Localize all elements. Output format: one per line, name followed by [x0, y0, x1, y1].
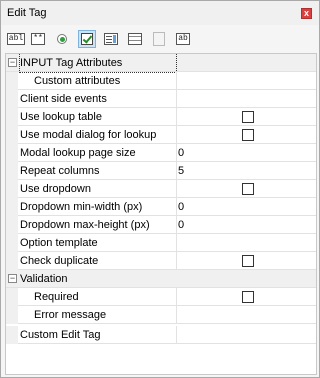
- property-name: Check duplicate: [20, 255, 99, 267]
- property-value[interactable]: 0: [178, 144, 314, 162]
- textarea-tool-button[interactable]: ab: [174, 30, 192, 48]
- property-row[interactable]: Use dropdown: [6, 180, 316, 198]
- radio-icon: [57, 34, 67, 44]
- listbox-tool-button[interactable]: [126, 30, 144, 48]
- textbox-icon: abl: [6, 33, 26, 45]
- property-row[interactable]: Dropdown min-width (px) 0: [6, 198, 316, 216]
- property-name: Use modal dialog for lookup: [20, 129, 157, 141]
- property-value[interactable]: 5: [178, 162, 314, 180]
- property-row[interactable]: Option template: [6, 234, 316, 252]
- category-label: Validation: [20, 273, 68, 285]
- property-name: Dropdown min-width (px): [20, 201, 143, 213]
- property-name: Custom attributes: [34, 75, 121, 87]
- check-duplicate-checkbox[interactable]: [242, 255, 254, 267]
- checkbox-icon: [81, 33, 93, 45]
- radio-tool-button[interactable]: [53, 30, 71, 48]
- property-row[interactable]: Dropdown max-height (px) 0: [6, 216, 316, 234]
- required-checkbox[interactable]: [242, 291, 254, 303]
- collapse-icon[interactable]: −: [8, 274, 17, 283]
- textarea-icon: ab: [176, 33, 190, 45]
- property-row[interactable]: Error message: [6, 306, 316, 324]
- toolbar: abl ** ab: [1, 26, 319, 52]
- property-name: Option template: [20, 237, 98, 249]
- select-icon: [104, 33, 118, 45]
- property-value[interactable]: [178, 306, 314, 324]
- property-name: Use dropdown: [20, 183, 91, 195]
- property-grid: − INPUT Tag Attributes Custom attributes…: [5, 53, 317, 375]
- property-row[interactable]: Use modal dialog for lookup: [6, 126, 316, 144]
- property-name: Modal lookup page size: [20, 147, 136, 159]
- panel-title: Edit Tag: [7, 7, 47, 19]
- property-row[interactable]: Custom Edit Tag: [6, 326, 316, 344]
- property-value[interactable]: 0: [178, 198, 314, 216]
- category-input-tag-attributes[interactable]: − INPUT Tag Attributes: [6, 54, 316, 73]
- password-icon: **: [31, 33, 45, 45]
- property-name: Dropdown max-height (px): [20, 219, 150, 231]
- property-row[interactable]: Client side events: [6, 90, 316, 108]
- category-validation[interactable]: − Validation: [6, 270, 316, 288]
- use-modal-dialog-checkbox[interactable]: [242, 129, 254, 141]
- listbox-icon: [128, 33, 142, 45]
- property-row[interactable]: Check duplicate: [6, 252, 316, 270]
- property-row[interactable]: Use lookup table: [6, 108, 316, 126]
- property-name: Custom Edit Tag: [20, 329, 101, 341]
- property-name: Repeat columns: [20, 165, 100, 177]
- checkbox-tool-button[interactable]: [78, 30, 96, 48]
- textbox-tool-button[interactable]: abl: [6, 30, 26, 48]
- property-value[interactable]: 0: [178, 216, 314, 234]
- property-row[interactable]: Repeat columns 5: [6, 162, 316, 180]
- property-name: Use lookup table: [20, 111, 102, 123]
- property-value[interactable]: [178, 72, 314, 90]
- collapse-icon[interactable]: −: [8, 58, 17, 67]
- title-bar: Edit Tag x: [1, 1, 319, 25]
- select-tool-button[interactable]: [102, 30, 120, 48]
- property-value[interactable]: [178, 234, 314, 252]
- property-row[interactable]: Modal lookup page size 0: [6, 144, 316, 162]
- close-button[interactable]: x: [301, 8, 312, 19]
- property-value[interactable]: [178, 326, 314, 344]
- property-value[interactable]: [178, 90, 314, 108]
- category-label: INPUT Tag Attributes: [19, 54, 177, 73]
- property-name: Error message: [34, 309, 107, 321]
- password-tool-button[interactable]: **: [29, 30, 47, 48]
- property-name: Client side events: [20, 93, 107, 105]
- use-lookup-table-checkbox[interactable]: [242, 111, 254, 123]
- property-row[interactable]: Required: [6, 288, 316, 306]
- property-row[interactable]: Custom attributes: [6, 72, 316, 90]
- property-name: Required: [34, 291, 79, 303]
- edit-tag-panel: Edit Tag x abl ** ab − INPUT Tag Attribu…: [0, 0, 320, 378]
- file-icon: [153, 32, 165, 46]
- file-tool-button[interactable]: [150, 30, 168, 48]
- use-dropdown-checkbox[interactable]: [242, 183, 254, 195]
